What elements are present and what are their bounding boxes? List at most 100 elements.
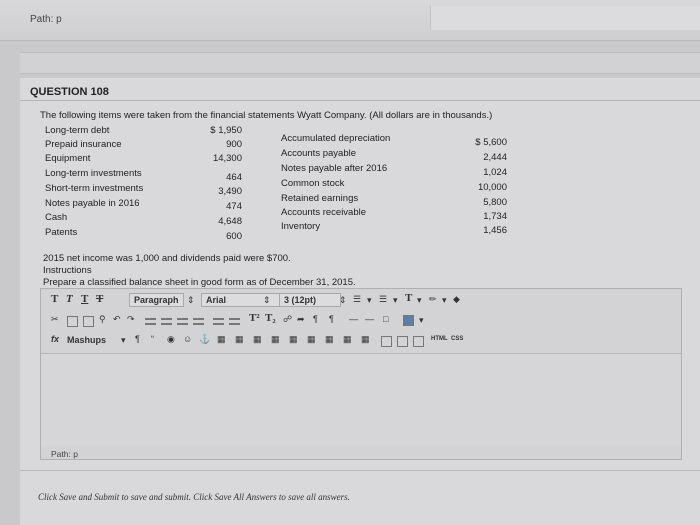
html-button[interactable]: HTML [431, 336, 448, 342]
table-column-icon[interactable]: ▦ [253, 334, 262, 345]
italic-button[interactable]: T [66, 293, 73, 305]
left-item-amount: 3,490 [218, 186, 242, 197]
chevron-down-icon[interactable]: ▾ [419, 315, 424, 326]
spellcheck-icon[interactable]: □ [383, 314, 388, 324]
link-icon[interactable]: ☍ [283, 314, 292, 325]
left-item-amount: $ 1,950 [210, 125, 242, 136]
table-cell-icon[interactable]: ▦ [271, 334, 280, 345]
left-item-amount: 4,648 [218, 216, 242, 227]
question-separator [20, 52, 700, 74]
left-item-label: Notes payable in 2016 [45, 198, 140, 209]
chevron-updown-icon[interactable]: ⇕ [263, 295, 271, 306]
net-income-note: 2015 net income was 1,000 and dividends … [43, 253, 291, 264]
quote-icon[interactable]: “ [151, 334, 154, 344]
paragraph-mark-icon[interactable]: ¶ [313, 314, 318, 324]
right-item-amount: 2,444 [483, 152, 507, 163]
right-item-amount: 1,024 [483, 167, 507, 178]
answer-editor: T T T T Paragraph ⇕ Arial ⇕ 3 (12pt) ⇕ ☰… [40, 288, 682, 460]
paragraph-mark-icon[interactable]: ¶ [329, 314, 334, 324]
left-item-label: Equipment [45, 153, 91, 164]
bold-button[interactable]: T [51, 293, 58, 305]
underline-button[interactable]: T [81, 293, 88, 305]
copy-icon[interactable] [67, 316, 78, 327]
left-item-label: Patents [45, 227, 78, 238]
align-center-icon[interactable] [161, 318, 172, 325]
instructions-heading: Instructions [43, 265, 92, 276]
eraser-icon[interactable]: ◆ [453, 294, 460, 305]
previous-answer-field[interactable] [430, 6, 700, 30]
box-icon[interactable] [397, 336, 408, 347]
footer-instruction: Click Save and Submit to save and submit… [38, 492, 350, 502]
left-item-amount: 600 [226, 231, 242, 242]
anchor-icon[interactable]: ⚓ [199, 334, 210, 345]
subscript-icon[interactable]: T₂ [265, 312, 276, 324]
horizontal-rule-icon[interactable]: — [349, 314, 358, 324]
text-color-icon[interactable]: T [405, 292, 412, 304]
redo-icon[interactable]: ↷ [127, 314, 135, 325]
table-merge-icon[interactable]: ▦ [289, 334, 298, 345]
align-right-icon[interactable] [177, 318, 188, 325]
left-item-amount: 900 [226, 139, 242, 150]
right-item-label: Accounts receivable [281, 207, 367, 218]
search-icon[interactable]: ⚲ [99, 314, 106, 325]
table-props-icon[interactable]: ▦ [343, 334, 352, 345]
right-item-amount: 5,800 [483, 197, 507, 208]
strikethrough-button[interactable]: T [96, 293, 103, 305]
horizontal-rule-icon[interactable]: — [365, 314, 374, 324]
editor-path-label: Path: p [51, 449, 78, 459]
chevron-updown-icon[interactable]: ⇕ [187, 295, 195, 306]
spellcheck-active-icon[interactable] [403, 315, 414, 326]
table-delete-icon[interactable]: ▦ [325, 334, 334, 345]
undo-icon[interactable]: ↶ [113, 314, 121, 325]
table-icon[interactable]: ▦ [217, 334, 226, 345]
css-button[interactable]: CSS [451, 336, 463, 342]
top-bar: Path: p [0, 0, 700, 41]
left-item-amount: 474 [226, 201, 242, 212]
toolbar-row-2: ✂ ⚲ ↶ ↷ T² T₂ ☍ ➦ ¶ ¶ — — □ ▾ [41, 311, 681, 331]
highlight-icon[interactable]: ✏ [429, 294, 437, 305]
font-size-select[interactable]: 3 (12pt) [279, 293, 341, 307]
chevron-down-icon[interactable]: ▾ [393, 295, 398, 306]
unlink-icon[interactable]: ➦ [297, 314, 305, 325]
chevron-down-icon[interactable]: ▾ [442, 295, 447, 306]
align-justify-icon[interactable] [193, 318, 204, 325]
superscript-icon[interactable]: T² [249, 312, 260, 324]
media-icon[interactable]: ◉ [167, 334, 175, 345]
bullet-list-icon[interactable]: ☰ [353, 294, 361, 305]
paragraph-select[interactable]: Paragraph [129, 293, 184, 307]
left-item-label: Cash [45, 212, 68, 223]
table-insert-icon[interactable]: ▦ [361, 334, 370, 345]
numbered-list-icon[interactable]: ☰ [379, 294, 387, 305]
answer-text-area[interactable] [41, 353, 681, 446]
right-item-label: Accounts payable [281, 148, 356, 159]
align-left-icon[interactable] [145, 318, 156, 325]
box-icon[interactable] [413, 336, 424, 347]
left-item-label: Short-term investments [45, 183, 144, 194]
paste-icon[interactable] [83, 316, 94, 327]
left-item-label: Prepaid insurance [45, 139, 122, 150]
chevron-down-icon[interactable]: ▾ [121, 335, 126, 346]
cut-icon[interactable]: ✂ [51, 314, 59, 325]
emoji-icon[interactable]: ☺ [183, 334, 192, 344]
chevron-updown-icon[interactable]: ⇕ [339, 295, 347, 306]
right-item-amount: 10,000 [477, 182, 507, 193]
right-item-label: Common stock [281, 178, 345, 189]
right-item-amount: $ 5,600 [475, 137, 507, 148]
paragraph-mark-icon[interactable]: ¶ [135, 334, 140, 344]
table-row-icon[interactable]: ▦ [235, 334, 244, 345]
question-title: QUESTION 108 [30, 86, 109, 98]
outdent-icon[interactable] [229, 318, 240, 325]
indent-icon[interactable] [213, 318, 224, 325]
right-item-label: Inventory [281, 221, 321, 232]
formula-button[interactable]: fx [51, 334, 59, 344]
chevron-down-icon[interactable]: ▾ [367, 295, 372, 306]
right-item-amount: 1,734 [483, 211, 507, 222]
left-item-label: Long-term debt [45, 125, 110, 136]
instructions-text: Prepare a classified balance sheet in go… [43, 277, 356, 288]
table-split-icon[interactable]: ▦ [307, 334, 316, 345]
chevron-down-icon[interactable]: ▾ [417, 295, 422, 306]
box-icon[interactable] [381, 336, 392, 347]
question-intro: The following items were taken from the … [40, 110, 493, 121]
mashups-button[interactable]: Mashups [67, 335, 106, 345]
right-item-label: Retained earnings [281, 193, 359, 204]
